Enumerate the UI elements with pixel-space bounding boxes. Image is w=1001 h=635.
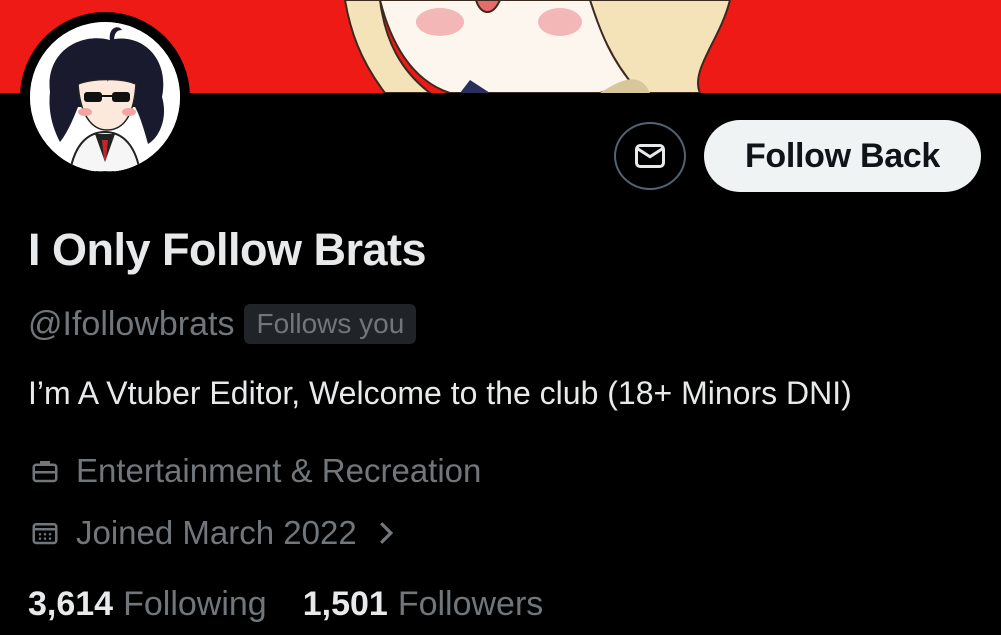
envelope-icon xyxy=(635,144,665,168)
calendar-icon xyxy=(28,516,62,550)
follow-back-button[interactable]: Follow Back xyxy=(704,120,981,192)
avatar-image xyxy=(30,22,180,172)
profile-category: Entertainment & Recreation xyxy=(28,452,481,490)
following-count: 3,614 xyxy=(28,585,114,623)
followers-count: 1,501 xyxy=(302,585,388,623)
category-label: Entertainment & Recreation xyxy=(76,452,482,489)
profile-handle: @Ifollowbrats xyxy=(28,304,235,343)
following-link[interactable]: 3,614 Following xyxy=(28,585,267,624)
joined-label: Joined March 2022 xyxy=(76,514,357,551)
message-button[interactable] xyxy=(614,122,686,190)
chevron-right-icon xyxy=(375,520,397,546)
briefcase-icon xyxy=(28,454,62,488)
avatar[interactable] xyxy=(30,22,180,172)
followers-label: Followers xyxy=(397,585,544,623)
profile-stats: 3,614 Following 1,501 Followers xyxy=(28,585,579,624)
followers-link[interactable]: 1,501 Followers xyxy=(303,585,544,624)
profile-display-name: I Only Follow Brats xyxy=(28,224,427,275)
profile-bio: I’m A Vtuber Editor, Welcome to the club… xyxy=(28,375,852,411)
profile-joined[interactable]: Joined March 2022 xyxy=(28,514,397,552)
handle-row: @Ifollowbrats Follows you xyxy=(28,302,417,346)
follows-you-badge: Follows you xyxy=(244,304,417,344)
following-label: Following xyxy=(123,585,267,623)
